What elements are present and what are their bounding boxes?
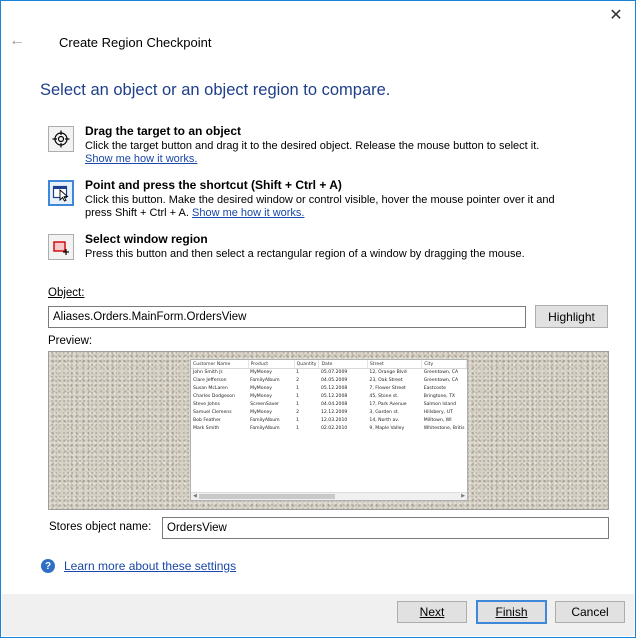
pointer-window-icon (52, 185, 69, 202)
scroll-left-icon: ◀ (193, 493, 197, 499)
grid-row: John Smith Jr. MyMoney 1 05.07.2009 12, Oran… (193, 369, 459, 375)
dialog-title: Create Region Checkpoint (59, 35, 212, 50)
cancel-button[interactable]: Cancel (555, 601, 625, 623)
close-button[interactable]: ✕ (605, 5, 627, 25)
object-field[interactable]: Aliases.Orders.MainForm.OrdersView (48, 306, 526, 328)
highlight-button[interactable]: Highlight (535, 305, 608, 328)
finish-button[interactable]: Finish (476, 600, 547, 624)
grid-row: Mark Smith FamilyAlbum 1 02.02.2010 9, Maple… (193, 426, 465, 432)
grid-column-header: Street (367, 360, 423, 369)
option-point-shortcut: Point and press the shortcut (Shift + Ct… (48, 178, 568, 223)
option-description: Press this button and then select a rect… (85, 247, 525, 260)
stores-object-name-field[interactable]: OrdersView (162, 517, 609, 539)
back-arrow-icon: ← (9, 32, 25, 49)
region-select-icon (53, 241, 69, 255)
preview-area: Customer Name Product Quantity Date Stre… (48, 351, 609, 510)
grid-row: Steve Johns ScreenSaver 1 04.04.2008 17, Par… (193, 402, 457, 408)
grid-column-header: Product (248, 360, 295, 369)
grid-column-header: Quantity (294, 360, 320, 369)
select-region-button[interactable] (48, 234, 74, 260)
preview-horizontal-scrollbar: ◀ ▶ (191, 492, 467, 500)
grid-column-header: Date (318, 360, 368, 369)
drag-target-button[interactable] (48, 126, 74, 152)
grid-row: Clare Jefferson FamilyAlbum 2 04.05.2009 23,… (193, 377, 459, 383)
show-me-link[interactable]: Show me how it works. (192, 207, 304, 219)
help-icon: ? (41, 559, 55, 573)
object-label: Object: (48, 287, 85, 299)
option-title: Drag the target to an object (85, 124, 242, 138)
dialog-footer: Next Finish Cancel (2, 594, 634, 636)
preview-grid: Customer Name Product Quantity Date Stre… (191, 360, 467, 434)
point-shortcut-button[interactable] (48, 180, 74, 206)
grid-row: Charles Dodgeson MyMoney 1 05.12.2008 45, St… (193, 394, 456, 400)
scroll-right-icon: ▶ (461, 493, 465, 499)
grid-column-header: City (421, 360, 467, 369)
grid-row: Susan McLaren MyMoney 1 05.12.2008 7, Flower… (193, 386, 446, 392)
stores-object-name-label: Stores object name: (49, 521, 152, 533)
grid-column-header: Customer Name (191, 360, 249, 369)
option-title: Point and press the shortcut (Shift + Ct… (85, 178, 342, 192)
option-description: Click this button. Make the desired wind… (85, 193, 555, 220)
back-button[interactable]: ← (7, 31, 27, 51)
option-title: Select window region (85, 232, 208, 246)
grid-row: Bob Feather FamilyAlbum 1 12.03.2010 14, Nor… (193, 418, 452, 424)
preview-thumbnail: Customer Name Product Quantity Date Stre… (190, 359, 468, 501)
option-drag-target: Drag the target to an object Click the t… (48, 124, 568, 166)
show-me-link[interactable]: Show me how it works. (85, 153, 197, 165)
crosshair-target-icon (52, 130, 70, 148)
page-heading: Select an object or an object region to … (40, 81, 391, 99)
grid-row: Samuel Clemens MyMoney 2 12.12.2009 3, Garde… (193, 410, 453, 416)
scrollbar-thumb (199, 494, 335, 499)
dialog-window: ✕ ← Create Region Checkpoint Select an o… (0, 0, 636, 638)
option-description: Click the target button and drag it to t… (85, 139, 540, 166)
close-icon: ✕ (609, 7, 623, 24)
learn-more-link[interactable]: Learn more about these settings (64, 559, 236, 573)
grid-header-row: Customer Name Product Quantity Date Stre… (191, 360, 467, 369)
preview-label: Preview: (48, 335, 93, 347)
next-button[interactable]: Next (397, 601, 467, 623)
option-select-region: Select window region Press this button a… (48, 232, 568, 265)
